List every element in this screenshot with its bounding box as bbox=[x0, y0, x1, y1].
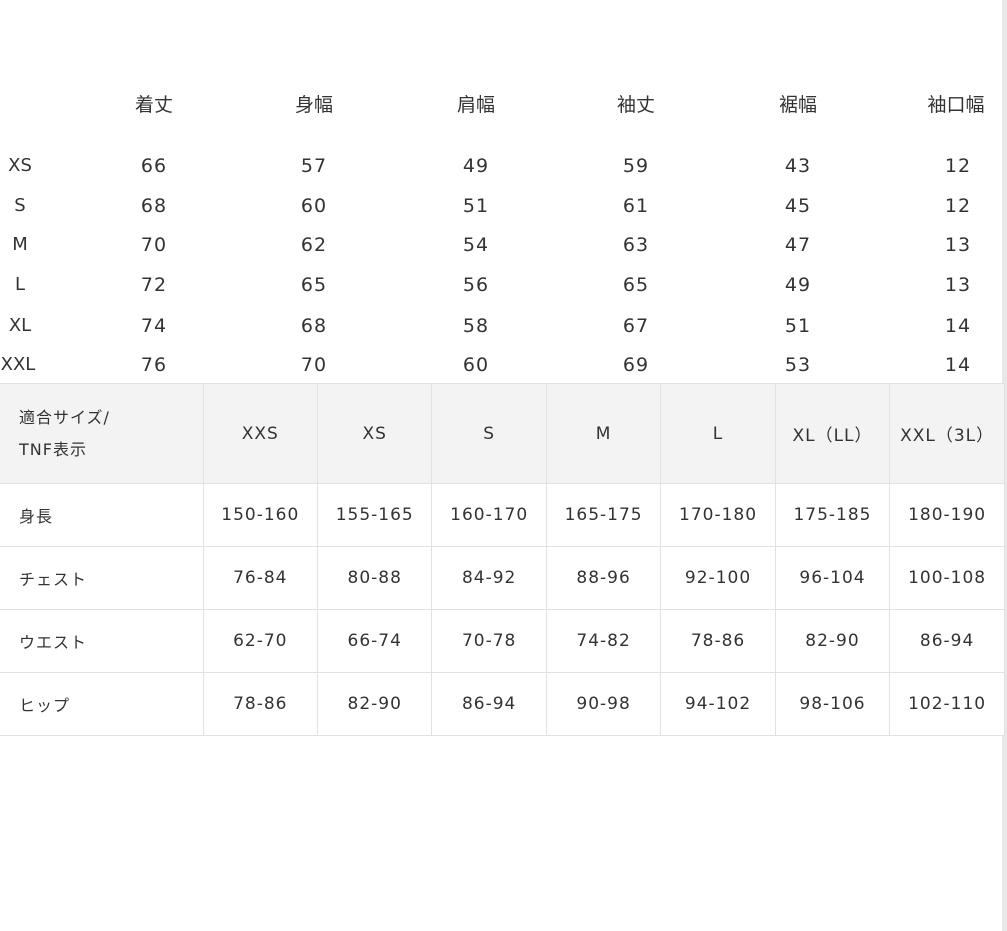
size-header-xxl: XXL（3L） bbox=[889, 383, 1005, 484]
garment-cell: 70 bbox=[140, 234, 168, 256]
garment-cell: 74 bbox=[140, 315, 168, 337]
fit-size-label-line2: TNF表示 bbox=[19, 439, 87, 459]
size-header-xl: XL（LL） bbox=[774, 383, 891, 484]
table-cell: 92-100 bbox=[660, 546, 776, 610]
table-cell: 175-185 bbox=[774, 483, 891, 547]
garment-cell: 14 bbox=[944, 354, 972, 376]
table-cell: 90-98 bbox=[545, 672, 662, 736]
size-header-xs: XS bbox=[316, 383, 433, 484]
garment-header-sleeve: 袖丈 bbox=[616, 94, 655, 116]
garment-size-label: L bbox=[14, 274, 26, 295]
table-cell: 102-110 bbox=[889, 672, 1005, 736]
garment-cell: 47 bbox=[784, 234, 812, 256]
row-label-waist: ウエスト bbox=[0, 609, 204, 673]
garment-cell: 13 bbox=[944, 234, 972, 256]
garment-size-label: XL bbox=[8, 315, 32, 336]
garment-cell: 43 bbox=[784, 155, 812, 177]
garment-cell: 49 bbox=[462, 155, 490, 177]
table-cell: 165-175 bbox=[545, 483, 662, 547]
table-cell: 66-74 bbox=[316, 609, 433, 673]
table-cell: 94-102 bbox=[660, 672, 776, 736]
table-row: ヒップ 78-86 82-90 86-94 90-98 94-102 98-10… bbox=[0, 672, 1005, 736]
garment-cell: 49 bbox=[784, 274, 812, 296]
garment-header-width: 身幅 bbox=[294, 94, 333, 116]
garment-size-label: XXL bbox=[0, 354, 36, 375]
garment-cell: 69 bbox=[622, 354, 650, 376]
garment-size-label: XS bbox=[8, 155, 32, 176]
garment-cell: 68 bbox=[140, 195, 168, 217]
garment-measurement-table: 着丈 身幅 肩幅 袖丈 裾幅 袖口幅 XS 66 57 49 59 43 12 … bbox=[0, 0, 1002, 384]
garment-cell: 59 bbox=[622, 155, 650, 177]
table-cell: 78-86 bbox=[660, 609, 776, 673]
fit-size-label: 適合サイズ/ TNF表示 bbox=[19, 402, 110, 466]
garment-cell: 13 bbox=[944, 274, 972, 296]
garment-cell: 58 bbox=[462, 315, 490, 337]
table-cell: 88-96 bbox=[545, 546, 662, 610]
table-cell: 84-92 bbox=[431, 546, 547, 610]
garment-header-length: 着丈 bbox=[134, 94, 173, 116]
table-row: チェスト 76-84 80-88 84-92 88-96 92-100 96-1… bbox=[0, 546, 1005, 610]
row-label-hip: ヒップ bbox=[0, 672, 204, 736]
table-cell: 70-78 bbox=[431, 609, 547, 673]
garment-cell: 65 bbox=[622, 274, 650, 296]
body-table-corner-label: 適合サイズ/ TNF表示 bbox=[0, 383, 204, 484]
garment-cell: 72 bbox=[140, 274, 168, 296]
garment-cell: 12 bbox=[944, 155, 972, 177]
table-row: 身長 150-160 155-165 160-170 165-175 170-1… bbox=[0, 483, 1005, 547]
garment-cell: 56 bbox=[462, 274, 490, 296]
garment-cell: 53 bbox=[784, 354, 812, 376]
garment-cell: 51 bbox=[784, 315, 812, 337]
size-header-m: M bbox=[545, 383, 662, 484]
garment-cell: 66 bbox=[140, 155, 168, 177]
table-cell: 86-94 bbox=[889, 609, 1005, 673]
garment-cell: 67 bbox=[622, 315, 650, 337]
garment-size-label: M bbox=[12, 234, 28, 255]
table-cell: 160-170 bbox=[431, 483, 547, 547]
table-cell: 98-106 bbox=[774, 672, 891, 736]
table-cell: 82-90 bbox=[774, 609, 891, 673]
table-cell: 86-94 bbox=[431, 672, 547, 736]
table-cell: 76-84 bbox=[202, 546, 319, 610]
garment-cell: 68 bbox=[300, 315, 328, 337]
table-cell: 155-165 bbox=[316, 483, 433, 547]
table-cell: 150-160 bbox=[202, 483, 319, 547]
garment-cell: 70 bbox=[300, 354, 328, 376]
table-cell: 78-86 bbox=[202, 672, 319, 736]
table-cell: 170-180 bbox=[660, 483, 776, 547]
table-row: ウエスト 62-70 66-74 70-78 74-82 78-86 82-90… bbox=[0, 609, 1005, 673]
garment-cell: 62 bbox=[300, 234, 328, 256]
body-size-table: 適合サイズ/ TNF表示 XXS XS S M L XL（LL） XXL（3L）… bbox=[0, 383, 1005, 736]
garment-cell: 61 bbox=[622, 195, 650, 217]
garment-cell: 65 bbox=[300, 274, 328, 296]
garment-cell: 14 bbox=[944, 315, 972, 337]
garment-cell: 45 bbox=[784, 195, 812, 217]
table-cell: 100-108 bbox=[889, 546, 1005, 610]
garment-size-label: S bbox=[14, 195, 26, 216]
garment-cell: 57 bbox=[300, 155, 328, 177]
table-cell: 82-90 bbox=[316, 672, 433, 736]
size-header-xxs: XXS bbox=[202, 383, 319, 484]
table-cell: 74-82 bbox=[545, 609, 662, 673]
garment-cell: 60 bbox=[462, 354, 490, 376]
garment-header-hem: 裾幅 bbox=[778, 94, 817, 116]
garment-cell: 63 bbox=[622, 234, 650, 256]
row-label-chest: チェスト bbox=[0, 546, 204, 610]
fit-size-label-line1: 適合サイズ/ bbox=[19, 407, 110, 427]
garment-header-shoulder: 肩幅 bbox=[456, 94, 495, 116]
garment-cell: 12 bbox=[944, 195, 972, 217]
garment-header-cuff: 袖口幅 bbox=[927, 94, 985, 116]
size-header-l: L bbox=[660, 383, 776, 484]
size-header-s: S bbox=[431, 383, 547, 484]
table-cell: 62-70 bbox=[202, 609, 319, 673]
garment-cell: 54 bbox=[462, 234, 490, 256]
garment-cell: 76 bbox=[140, 354, 168, 376]
table-cell: 96-104 bbox=[774, 546, 891, 610]
garment-cell: 51 bbox=[462, 195, 490, 217]
garment-cell: 60 bbox=[300, 195, 328, 217]
row-label-height: 身長 bbox=[0, 483, 204, 547]
table-cell: 180-190 bbox=[889, 483, 1005, 547]
body-table-header-row: 適合サイズ/ TNF表示 XXS XS S M L XL（LL） XXL（3L） bbox=[0, 383, 1005, 484]
table-cell: 80-88 bbox=[316, 546, 433, 610]
